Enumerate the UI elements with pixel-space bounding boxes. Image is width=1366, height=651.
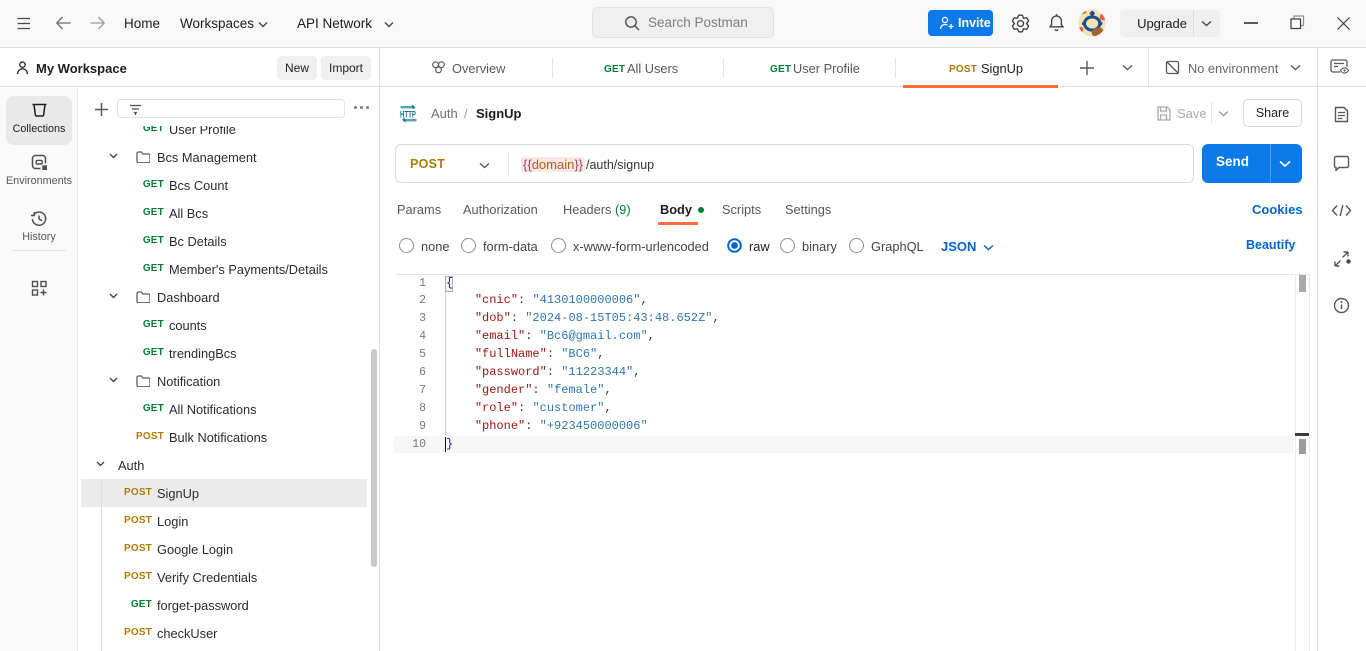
svg-text:HTTP: HTTP (400, 110, 416, 120)
